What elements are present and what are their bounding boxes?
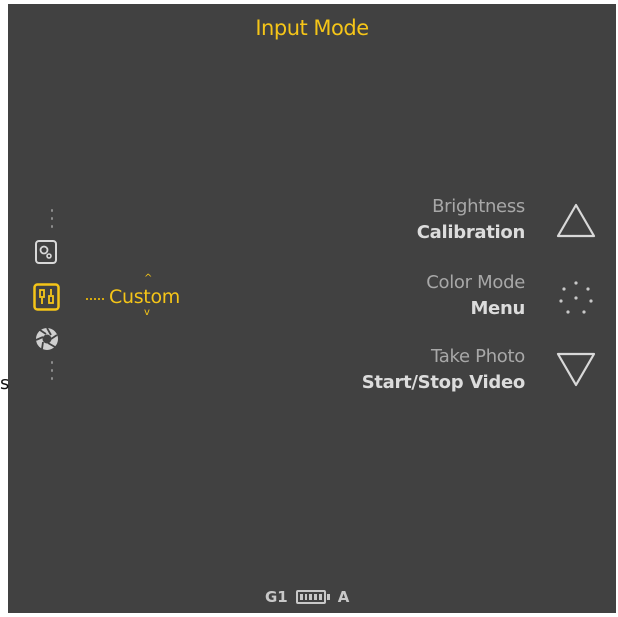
selection-connector (86, 298, 104, 300)
up-button-primary: Brightness (432, 196, 525, 217)
down-button-secondary: Start/Stop Video (361, 372, 526, 393)
up-button-hint: Brightness Calibration (416, 194, 526, 246)
battery-segment (299, 594, 303, 600)
middle-button-primary: Color Mode (426, 272, 525, 293)
triangle-down-icon[interactable] (555, 350, 597, 392)
profile-indicator: G1 (265, 588, 288, 606)
battery-icon (295, 590, 330, 604)
device-screen: Input Mode ^ Custom v Brightness Calibra… (8, 4, 616, 613)
chevron-down-icon[interactable]: v (144, 308, 150, 318)
up-button-secondary: Calibration (416, 222, 526, 243)
middle-button-hint: Color Mode Menu (426, 270, 525, 322)
status-bar: G1 A (265, 588, 349, 606)
down-button-hint: Take Photo Start/Stop Video (361, 344, 526, 396)
dots-ring-icon[interactable] (557, 279, 595, 321)
triangle-up-icon[interactable] (555, 202, 597, 244)
custom-sliders-icon[interactable] (33, 283, 60, 311)
page-title: Input Mode (255, 16, 369, 40)
scroll-dots-bottom (51, 361, 53, 380)
scroll-dots-top (51, 209, 53, 228)
battery-segment (318, 594, 322, 600)
mode-indicator: A (337, 588, 350, 606)
selected-mode-label: Custom (109, 286, 180, 308)
edge-text: s (0, 373, 10, 394)
middle-button-secondary: Menu (470, 298, 525, 319)
aperture-icon[interactable] (34, 326, 60, 352)
battery-segment (314, 594, 317, 600)
chevron-up-icon[interactable]: ^ (144, 274, 152, 284)
down-button-primary: Take Photo (431, 346, 525, 367)
settings-cards-icon[interactable] (35, 240, 57, 264)
battery-level (295, 590, 326, 604)
battery-segment (304, 594, 308, 600)
battery-segment (309, 594, 313, 600)
